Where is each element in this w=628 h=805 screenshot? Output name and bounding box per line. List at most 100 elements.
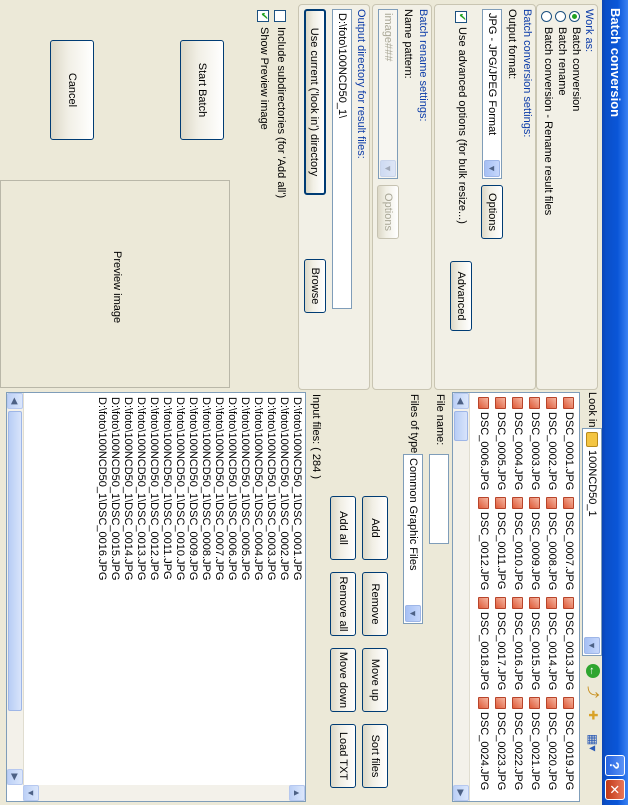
- move-up-button[interactable]: Move up: [362, 648, 388, 712]
- include-subdirs-label[interactable]: Include subdirectories (for 'Add all'): [275, 27, 287, 198]
- list-item[interactable]: DSC_0018.JPG: [473, 597, 490, 690]
- chevron-down-icon[interactable]: ▼: [380, 160, 396, 177]
- name-pattern-select[interactable]: image### ▼: [378, 9, 398, 179]
- list-item[interactable]: DSC_0007.JPG: [558, 497, 575, 590]
- load-txt-button[interactable]: Load TXT: [330, 724, 356, 788]
- remove-all-button[interactable]: Remove all: [330, 572, 356, 636]
- list-item[interactable]: D:\foto\100NCD50_1\DSC_0012.JPG: [148, 397, 160, 580]
- up-folder-icon[interactable]: ⤴: [586, 686, 600, 702]
- radio-conversion-rename-label[interactable]: Batch conversion - Rename result files: [542, 27, 554, 215]
- files-of-type-select[interactable]: Common Graphic Files ▼: [403, 454, 423, 624]
- list-item[interactable]: DSC_0004.JPG: [507, 397, 524, 490]
- list-item[interactable]: D:\foto\100NCD50_1\DSC_0005.JPG: [239, 397, 251, 580]
- list-item[interactable]: DSC_0017.JPG: [490, 597, 507, 690]
- list-item[interactable]: DSC_0020.JPG: [541, 697, 558, 790]
- advanced-options-label[interactable]: Use advanced options (for bulk resize...…: [456, 27, 468, 224]
- list-item[interactable]: D:\foto\100NCD50_1\DSC_0015.JPG: [109, 397, 121, 580]
- file-browser-list[interactable]: DSC_0001.JPG DSC_0002.JPG DSC_0003.JPG D…: [452, 392, 580, 802]
- add-all-button[interactable]: Add all: [330, 496, 356, 560]
- conversion-options-button[interactable]: Options: [481, 185, 503, 239]
- view-menu-icon[interactable]: ▦▾: [586, 734, 600, 756]
- list-item[interactable]: D:\foto\100NCD50_1\DSC_0010.JPG: [174, 397, 186, 580]
- cancel-button[interactable]: Cancel: [50, 40, 94, 140]
- file-browser-scrollbar[interactable]: ◀ ▶: [453, 393, 470, 801]
- input-files-hscroll[interactable]: ◀ ▶: [7, 393, 24, 785]
- scroll-thumb[interactable]: [8, 411, 22, 711]
- radio-batch-conversion-label[interactable]: Batch conversion: [570, 27, 582, 111]
- list-item[interactable]: D:\foto\100NCD50_1\DSC_0003.JPG: [265, 397, 277, 580]
- list-item[interactable]: DSC_0019.JPG: [558, 697, 575, 790]
- input-files-vscroll[interactable]: ▲ ▼: [23, 785, 305, 801]
- use-current-dir-button[interactable]: Use current ('look in') directory: [304, 9, 326, 195]
- add-button[interactable]: Add: [362, 496, 388, 560]
- list-item[interactable]: DSC_0008.JPG: [541, 497, 558, 590]
- show-preview-label[interactable]: Show Preview image: [258, 27, 270, 130]
- list-item[interactable]: D:\foto\100NCD50_1\DSC_0002.JPG: [278, 397, 290, 580]
- output-dir-field[interactable]: D:\foto\100NCD50_1\: [332, 9, 352, 309]
- output-dir-path: D:\foto\100NCD50_1\: [336, 13, 348, 119]
- move-down-button[interactable]: Move down: [330, 648, 356, 712]
- rename-options-button[interactable]: Options: [377, 185, 399, 239]
- output-format-select[interactable]: JPG - JPG/JPEG Format ▼: [482, 9, 502, 179]
- list-item[interactable]: D:\foto\100NCD50_1\DSC_0004.JPG: [252, 397, 264, 580]
- chevron-down-icon[interactable]: ▼: [405, 605, 421, 622]
- scroll-thumb[interactable]: [454, 411, 468, 441]
- list-item[interactable]: DSC_0012.JPG: [473, 497, 490, 590]
- radio-conversion-rename[interactable]: [541, 11, 552, 22]
- list-item[interactable]: D:\foto\100NCD50_1\DSC_0014.JPG: [122, 397, 134, 580]
- radio-batch-conversion[interactable]: [569, 11, 580, 22]
- start-batch-button[interactable]: Start Batch: [180, 40, 224, 140]
- scroll-left-icon[interactable]: ◀: [7, 393, 23, 409]
- include-subdirs-checkbox[interactable]: [274, 10, 286, 22]
- scroll-right-icon[interactable]: ▶: [453, 785, 469, 801]
- look-in-select[interactable]: 100NCD50_1 ▼: [582, 428, 602, 656]
- new-folder-icon[interactable]: ✚: [586, 710, 600, 726]
- jpg-file-icon: [546, 597, 558, 609]
- preview-pane: Preview image: [0, 180, 230, 388]
- list-item[interactable]: DSC_0006.JPG: [473, 397, 490, 490]
- list-item[interactable]: DSC_0014.JPG: [541, 597, 558, 690]
- scroll-up-icon[interactable]: ▲: [289, 785, 305, 801]
- list-item[interactable]: D:\foto\100NCD50_1\DSC_0011.JPG: [161, 397, 173, 580]
- advanced-button[interactable]: Advanced: [450, 261, 472, 331]
- jpg-file-icon: [478, 397, 490, 409]
- list-item[interactable]: DSC_0011.JPG: [490, 497, 507, 590]
- list-item[interactable]: DSC_0005.JPG: [490, 397, 507, 490]
- browse-button[interactable]: Browse: [304, 259, 326, 313]
- sort-files-button[interactable]: Sort files: [362, 724, 388, 788]
- list-item[interactable]: DSC_0024.JPG: [473, 697, 490, 790]
- advanced-options-checkbox[interactable]: ✔: [455, 11, 467, 23]
- close-button[interactable]: ✕: [605, 779, 625, 800]
- list-item[interactable]: DSC_0013.JPG: [558, 597, 575, 690]
- list-item[interactable]: D:\foto\100NCD50_1\DSC_0006.JPG: [226, 397, 238, 580]
- list-item[interactable]: D:\foto\100NCD50_1\DSC_0013.JPG: [135, 397, 147, 580]
- list-item[interactable]: DSC_0001.JPG: [558, 397, 575, 490]
- scroll-left-icon[interactable]: ◀: [453, 393, 469, 409]
- chevron-down-icon[interactable]: ▼: [584, 637, 600, 654]
- list-item[interactable]: DSC_0015.JPG: [524, 597, 541, 690]
- list-item[interactable]: D:\foto\100NCD50_1\DSC_0008.JPG: [200, 397, 212, 580]
- list-item[interactable]: DSC_0003.JPG: [524, 397, 541, 490]
- list-item[interactable]: DSC_0010.JPG: [507, 497, 524, 590]
- scroll-right-icon[interactable]: ▶: [7, 769, 23, 785]
- radio-batch-rename-label[interactable]: Batch rename: [556, 27, 568, 95]
- chevron-down-icon[interactable]: ▼: [484, 160, 500, 177]
- list-item[interactable]: DSC_0009.JPG: [524, 497, 541, 590]
- back-icon[interactable]: ←: [586, 664, 600, 678]
- list-item[interactable]: DSC_0022.JPG: [507, 697, 524, 790]
- remove-button[interactable]: Remove: [362, 572, 388, 636]
- radio-batch-rename[interactable]: [555, 11, 566, 22]
- file-name-input[interactable]: [429, 454, 449, 544]
- list-item[interactable]: D:\foto\100NCD50_1\DSC_0001.JPG: [291, 397, 303, 580]
- scroll-down-icon[interactable]: ▼: [23, 785, 39, 801]
- list-item[interactable]: DSC_0016.JPG: [507, 597, 524, 690]
- list-item[interactable]: DSC_0021.JPG: [524, 697, 541, 790]
- list-item[interactable]: D:\foto\100NCD50_1\DSC_0009.JPG: [187, 397, 199, 580]
- help-button[interactable]: ?: [605, 755, 625, 776]
- show-preview-checkbox[interactable]: ✔: [257, 10, 269, 22]
- input-files-list[interactable]: D:\foto\100NCD50_1\DSC_0001.JPG D:\foto\…: [6, 392, 306, 802]
- list-item[interactable]: DSC_0002.JPG: [541, 397, 558, 490]
- list-item[interactable]: D:\foto\100NCD50_1\DSC_0016.JPG: [96, 397, 108, 580]
- list-item[interactable]: D:\foto\100NCD50_1\DSC_0007.JPG: [213, 397, 225, 580]
- list-item[interactable]: DSC_0023.JPG: [490, 697, 507, 790]
